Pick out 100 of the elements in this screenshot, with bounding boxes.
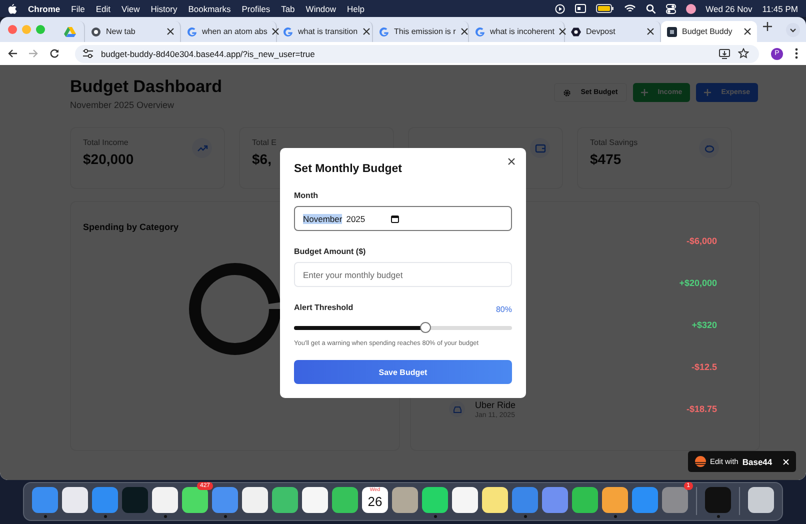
close-icon[interactable] bbox=[647, 28, 654, 35]
app-menu[interactable]: Chrome bbox=[28, 4, 60, 14]
close-icon[interactable] bbox=[508, 158, 515, 165]
close-icon[interactable] bbox=[167, 28, 174, 35]
slider-thumb[interactable] bbox=[420, 322, 431, 333]
tab-title: what is transition bbox=[298, 27, 358, 36]
plus-icon[interactable] bbox=[763, 22, 772, 31]
plus-icon bbox=[704, 89, 712, 96]
menu-item[interactable]: Help bbox=[347, 4, 365, 14]
letter-g-icon bbox=[475, 26, 485, 36]
calendar-date: 26 bbox=[368, 494, 382, 509]
app-icon[interactable] bbox=[572, 487, 598, 513]
menu-item[interactable]: Profiles bbox=[242, 4, 270, 14]
letter-g-icon bbox=[283, 26, 293, 36]
menu-item[interactable]: Tab bbox=[281, 4, 295, 14]
close-icon[interactable] bbox=[559, 28, 566, 35]
date-text[interactable]: Wed 26 Nov bbox=[706, 4, 752, 14]
toggles-icon[interactable] bbox=[666, 4, 676, 14]
app-icon[interactable] bbox=[332, 487, 358, 513]
app-icon[interactable] bbox=[482, 487, 508, 513]
more-icon[interactable] bbox=[795, 48, 798, 59]
tab-title: This emission is r bbox=[394, 27, 456, 36]
circle-logo-icon bbox=[91, 26, 101, 36]
install-icon[interactable] bbox=[719, 48, 730, 58]
time-text[interactable]: 11:45 PM bbox=[762, 4, 798, 14]
menu-item[interactable]: Window bbox=[306, 4, 336, 14]
app-icon[interactable] bbox=[62, 487, 88, 513]
app-icon[interactable] bbox=[272, 487, 298, 513]
transaction-amount: -$12.5 bbox=[691, 362, 717, 372]
close-icon[interactable] bbox=[362, 28, 370, 35]
star-icon[interactable] bbox=[738, 48, 749, 59]
square-icon bbox=[667, 26, 677, 36]
calendar-icon[interactable] bbox=[391, 214, 400, 222]
settings-icon bbox=[562, 88, 571, 96]
app-icon[interactable] bbox=[392, 487, 418, 513]
tab-title: Budget Buddy bbox=[682, 27, 734, 36]
wifi-icon[interactable] bbox=[624, 4, 636, 13]
dialog-title: Set Monthly Budget bbox=[294, 163, 403, 175]
year-value: 2025 bbox=[346, 214, 366, 224]
close-icon[interactable] bbox=[460, 28, 468, 35]
month-field[interactable]: November 2025 bbox=[294, 206, 512, 231]
transaction-amount: -$18.75 bbox=[686, 404, 717, 414]
triangle-logo-icon bbox=[64, 26, 76, 37]
avatar-icon[interactable] bbox=[686, 4, 696, 14]
menu-item[interactable]: Bookmarks bbox=[188, 4, 231, 14]
tab-title: when an atom abs bbox=[202, 27, 268, 36]
chevron-down-icon[interactable] bbox=[786, 22, 800, 36]
apple-icon[interactable] bbox=[8, 4, 17, 14]
app-icon[interactable] bbox=[182, 487, 208, 513]
app-icon[interactable] bbox=[422, 487, 448, 513]
piggy-bank-icon bbox=[704, 142, 714, 154]
letter-g-icon bbox=[187, 26, 197, 36]
menu-item[interactable]: Edit bbox=[96, 4, 110, 14]
app-icon[interactable] bbox=[602, 487, 628, 513]
tab-title: New tab bbox=[106, 27, 136, 36]
save-budget-button[interactable]: Save Budget bbox=[294, 360, 512, 384]
tab-title: Devpost bbox=[586, 27, 616, 36]
app-icon[interactable] bbox=[748, 487, 774, 513]
address-bar[interactable]: budget-buddy-8d40e304.base44.app/?is_new_user=true bbox=[75, 44, 759, 62]
budget-amount-field[interactable]: Enter your monthly budget bbox=[294, 262, 512, 287]
transaction-amount: +$320 bbox=[692, 320, 717, 330]
letter-g-icon bbox=[379, 26, 389, 36]
close-icon[interactable] bbox=[744, 28, 751, 35]
close-icon[interactable] bbox=[272, 28, 280, 35]
car-icon bbox=[452, 406, 462, 412]
stat-value: $475 bbox=[590, 151, 622, 167]
reload-icon[interactable] bbox=[50, 49, 59, 58]
battery-icon[interactable] bbox=[596, 4, 614, 13]
sun-logo-icon bbox=[695, 456, 706, 467]
menu-item[interactable]: File bbox=[71, 4, 85, 14]
threshold-reading: 80% bbox=[496, 305, 512, 314]
menu-item[interactable]: View bbox=[121, 4, 140, 14]
transaction-amount: +$20,000 bbox=[679, 278, 717, 288]
display-icon[interactable] bbox=[574, 4, 586, 13]
url-text: budget-buddy-8d40e304.base44.app/?is_new_user=true bbox=[101, 48, 315, 58]
badge-brand: Base44 bbox=[742, 456, 772, 466]
app-icon[interactable] bbox=[452, 487, 478, 513]
plus-icon bbox=[640, 89, 648, 96]
app-icon[interactable] bbox=[152, 487, 178, 513]
field-label: Month bbox=[294, 191, 319, 200]
month-value: November bbox=[303, 214, 342, 224]
page-title: Budget Dashboard bbox=[70, 77, 222, 97]
menu-item[interactable]: History bbox=[150, 4, 178, 14]
stat-value: $6, bbox=[252, 151, 272, 167]
hexagon-icon bbox=[571, 26, 581, 36]
wallet-icon bbox=[534, 142, 546, 154]
search-icon[interactable] bbox=[646, 4, 656, 14]
field-label: Budget Amount ($) bbox=[294, 247, 367, 256]
card-title: Spending by Category bbox=[83, 222, 179, 232]
app-icon[interactable] bbox=[242, 487, 268, 513]
tune-icon[interactable] bbox=[83, 49, 93, 58]
trend-up-icon bbox=[196, 142, 208, 154]
stat-value: $20,000 bbox=[83, 151, 134, 167]
transaction-name: Uber Ride bbox=[475, 400, 517, 410]
tab-title: what is incoherent bbox=[490, 27, 554, 36]
back-arrow-icon[interactable] bbox=[8, 49, 17, 58]
transaction-amount: -$6,000 bbox=[686, 236, 717, 246]
app-icon[interactable] bbox=[302, 487, 328, 513]
play-icon[interactable] bbox=[554, 4, 565, 14]
browser-tab[interactable]: Budget Buddy bbox=[661, 21, 757, 42]
